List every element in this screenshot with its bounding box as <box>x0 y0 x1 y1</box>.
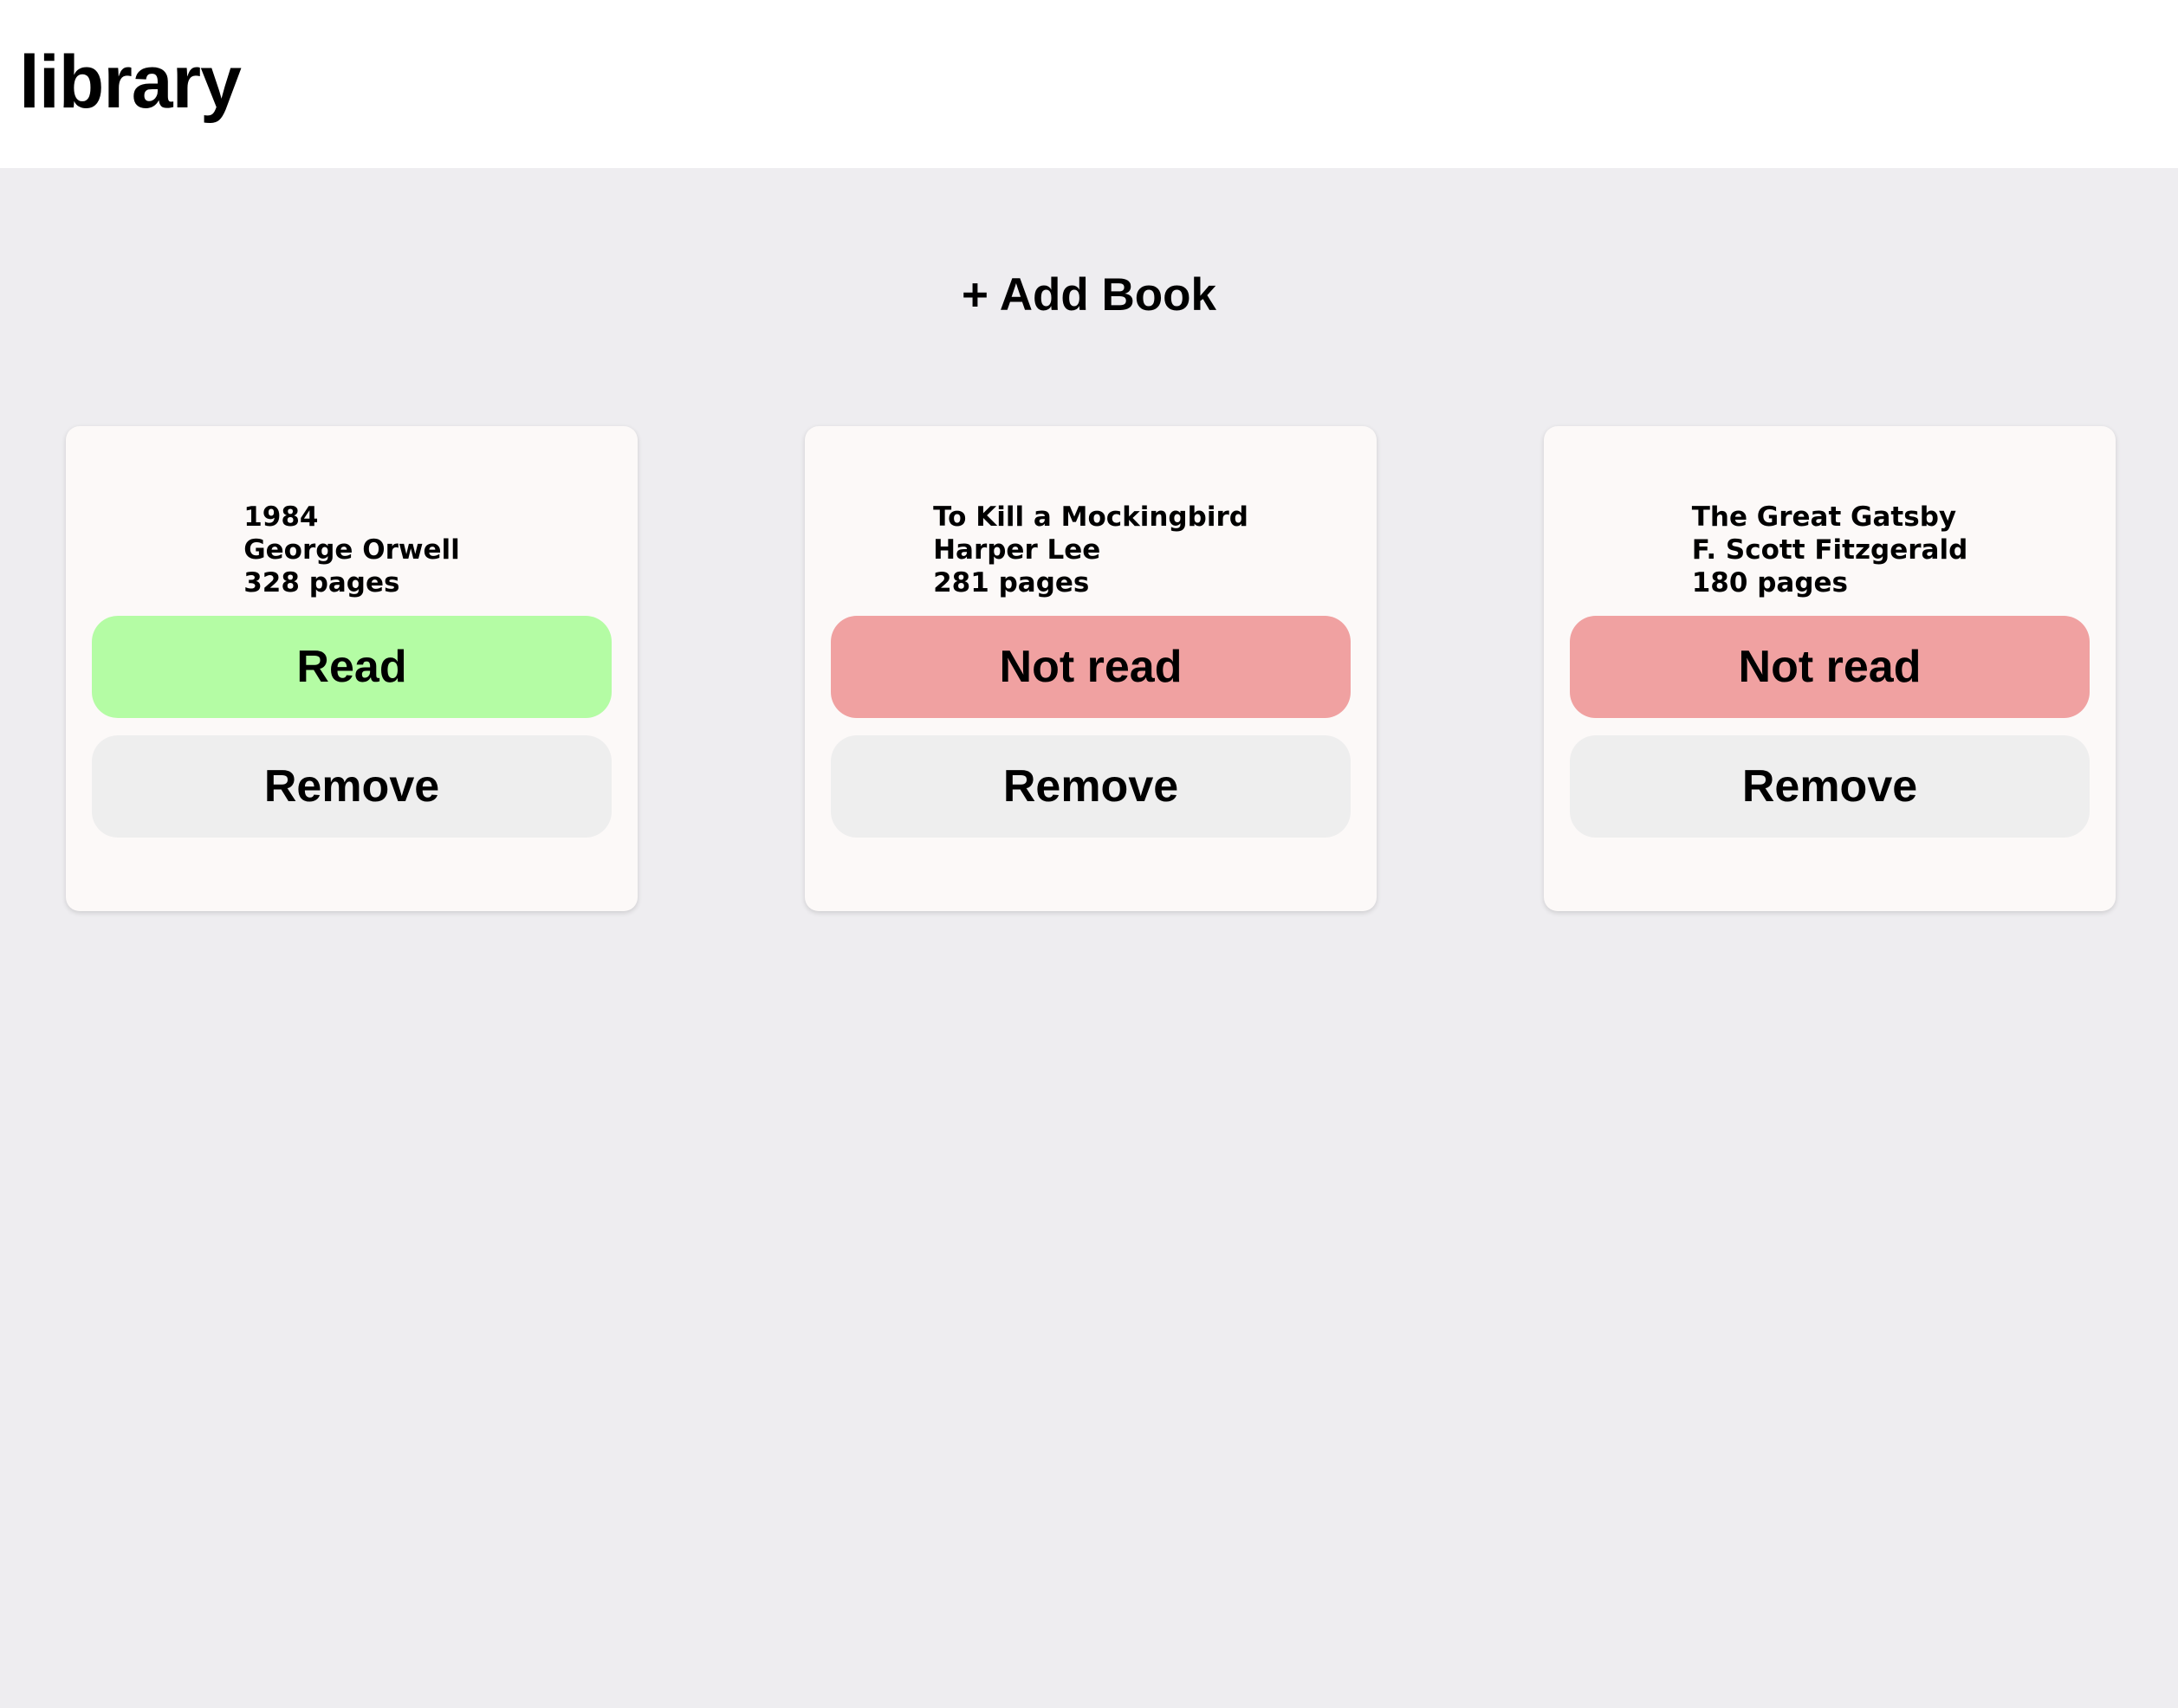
book-info: 1984 George Orwell 328 pages <box>66 501 638 599</box>
book-card: To Kill a Mockingbird Harper Lee 281 pag… <box>805 426 1377 911</box>
book-title: 1984 <box>243 501 319 533</box>
read-status-toggle[interactable]: Not read <box>1570 616 2090 718</box>
read-status-toggle[interactable]: Read <box>92 616 612 718</box>
remove-book-button[interactable]: Remove <box>1570 735 2090 838</box>
remove-book-button[interactable]: Remove <box>92 735 612 838</box>
book-title: To Kill a Mockingbird <box>933 501 1248 533</box>
book-info: The Great Gatsby F. Scott Fitzgerald 180… <box>1544 501 2116 599</box>
book-title: The Great Gatsby <box>1691 501 1957 533</box>
read-status-toggle[interactable]: Not read <box>831 616 1351 718</box>
book-author: F. Scott Fitzgerald <box>1691 534 1968 566</box>
book-card: The Great Gatsby F. Scott Fitzgerald 180… <box>1544 426 2116 911</box>
book-card: 1984 George Orwell 328 pages Read Remove <box>66 426 638 911</box>
remove-book-button[interactable]: Remove <box>831 735 1351 838</box>
book-info: To Kill a Mockingbird Harper Lee 281 pag… <box>805 501 1377 599</box>
book-pages: 281 pages <box>933 567 1090 598</box>
app-header: library <box>0 0 2178 168</box>
add-book-button[interactable]: + Add Book <box>0 265 2178 326</box>
book-pages: 180 pages <box>1691 567 1849 598</box>
book-pages: 328 pages <box>243 567 400 598</box>
book-author: George Orwell <box>243 534 460 566</box>
book-author: Harper Lee <box>933 534 1101 566</box>
page-title: library <box>19 41 242 124</box>
